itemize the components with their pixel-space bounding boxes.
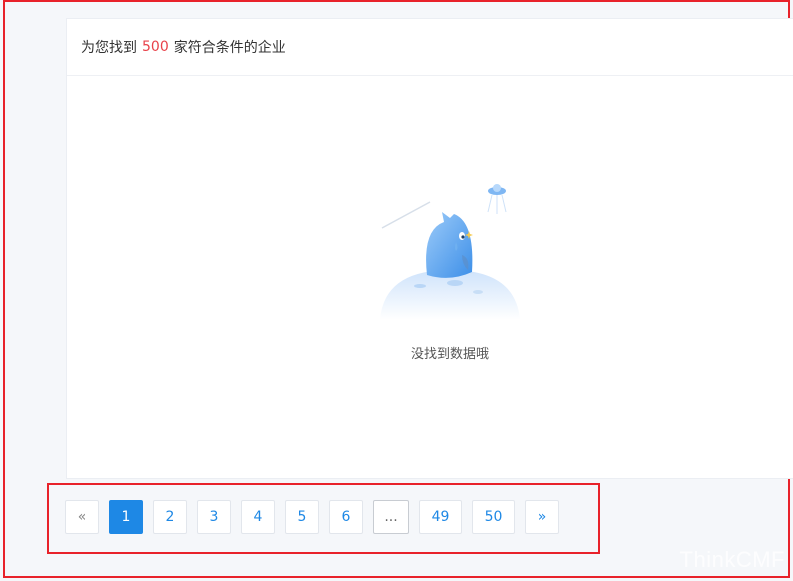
page-button-49[interactable]: 49 <box>419 500 462 534</box>
empty-state: 没找到数据哦 <box>380 160 520 362</box>
page-button-5[interactable]: 5 <box>285 500 319 534</box>
page-ellipsis: ... <box>373 500 409 534</box>
results-count: 500 <box>142 39 169 55</box>
watermark-logo: ThinkCMF <box>679 547 785 572</box>
crying-bird-icon <box>380 184 520 320</box>
page-button-50[interactable]: 50 <box>472 500 515 534</box>
page-button-1[interactable]: 1 <box>109 500 143 534</box>
prev-page-button[interactable]: « <box>65 500 99 534</box>
pagination: « 1 2 3 4 5 6 ... 49 50 » <box>65 500 569 534</box>
results-suffix: 家符合条件的企业 <box>173 40 286 56</box>
page-button-6[interactable]: 6 <box>329 500 363 534</box>
empty-message: 没找到数据哦 <box>410 347 489 362</box>
results-prefix: 为您找到 <box>81 40 137 56</box>
next-page-button[interactable]: » <box>525 500 559 534</box>
page-button-4[interactable]: 4 <box>241 500 275 534</box>
results-summary: 为您找到 500 家符合条件的企业 <box>67 19 793 76</box>
page-button-3[interactable]: 3 <box>197 500 231 534</box>
page-button-2[interactable]: 2 <box>153 500 187 534</box>
